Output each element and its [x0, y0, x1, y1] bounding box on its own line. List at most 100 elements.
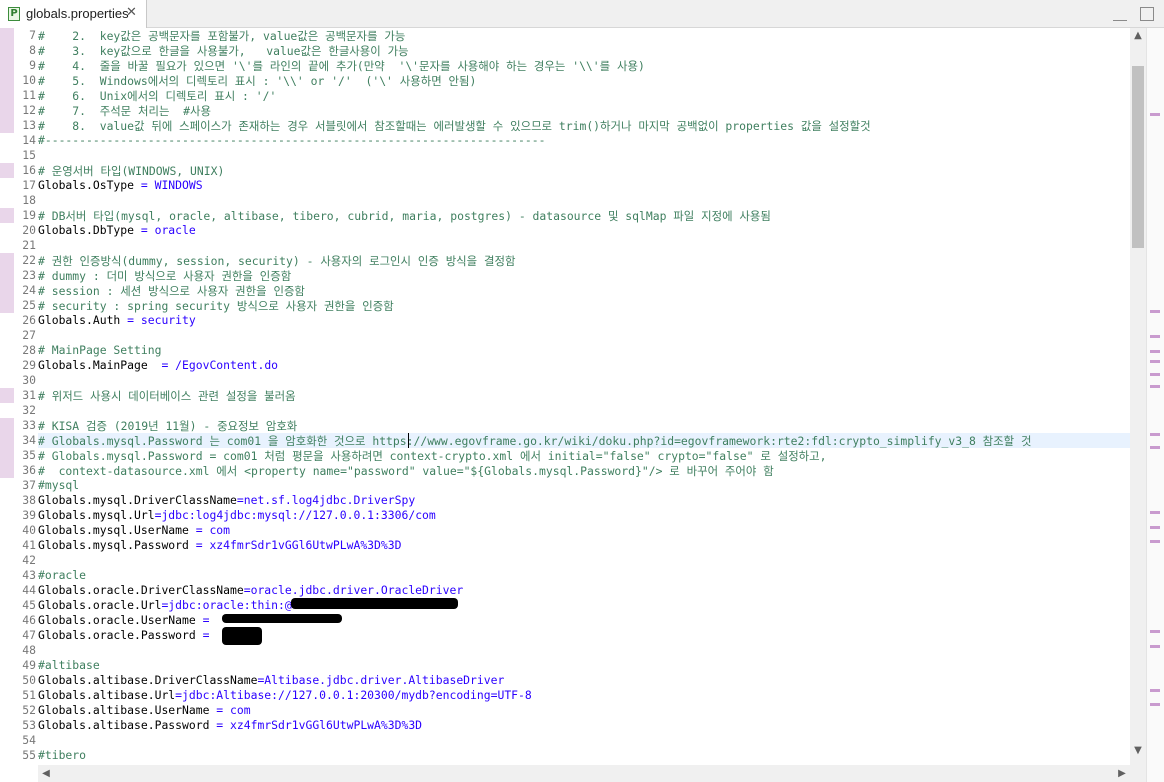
code-line[interactable]: # session : 세션 방식으로 사용자 권한을 인증함: [38, 283, 305, 298]
change-marker: [0, 163, 14, 178]
property-key: Globals.oracle.Password: [38, 628, 196, 642]
code-area[interactable]: # 2. key값은 공백문자를 포함불가, value값은 공백문자를 가능 #…: [38, 28, 1130, 782]
annotation-marker[interactable]: [1150, 645, 1160, 648]
code-line[interactable]: Globals.DbType = oracle: [38, 223, 196, 238]
code-line[interactable]: # security : spring security 방식으로 사용자 권한…: [38, 298, 394, 313]
horizontal-scrollbar[interactable]: ◀ ▶: [38, 765, 1130, 782]
annotation-marker[interactable]: [1150, 526, 1160, 529]
code-line[interactable]: # MainPage Setting: [38, 343, 161, 358]
redaction-mark-password: [222, 627, 262, 645]
annotation-marker[interactable]: [1150, 310, 1160, 313]
comment-text: # 권한 인증방식(dummy, session, security) - 사용…: [38, 254, 516, 268]
property-key: Globals.OsType: [38, 178, 135, 192]
code-line[interactable]: Globals.oracle.UserName =: [38, 613, 216, 628]
property-value: =jdbc:log4jdbc:mysql://127.0.0.1:3306/co…: [154, 508, 436, 522]
code-line[interactable]: # 운영서버 타입(WINDOWS, UNIX): [38, 163, 224, 178]
maximize-icon[interactable]: [1140, 7, 1154, 21]
code-line[interactable]: # 2. key값은 공백문자를 포함불가, value값은 공백문자를 가능: [38, 28, 405, 43]
vertical-scrollbar[interactable]: ▲ ▼: [1130, 28, 1146, 782]
code-line[interactable]: Globals.OsType = WINDOWS: [38, 178, 203, 193]
tab-globals-properties[interactable]: P globals.properties ✕: [0, 0, 147, 28]
line-number: 23: [22, 268, 36, 282]
line-number: 44: [22, 583, 36, 597]
code-line[interactable]: #---------------------------------------…: [38, 133, 545, 148]
code-line[interactable]: Globals.oracle.Url=jdbc:oracle:thin:@: [38, 598, 292, 613]
scroll-thumb[interactable]: [1132, 66, 1144, 248]
line-number: 12: [22, 103, 36, 117]
line-number: 25: [22, 298, 36, 312]
code-line[interactable]: # context-datasource.xml 에서 <property na…: [38, 463, 774, 478]
code-line[interactable]: # 4. 줄을 바꿀 필요가 있으면 '\'를 라인의 끝에 추가(만약 '\'…: [38, 58, 645, 73]
code-line[interactable]: # 8. value값 뒤에 스페이스가 존재하는 경우 서블릿에서 참조할때는…: [38, 118, 871, 133]
code-line[interactable]: Globals.mysql.Url=jdbc:log4jdbc:mysql://…: [38, 508, 436, 523]
code-line[interactable]: Globals.Auth = security: [38, 313, 196, 328]
annotation-marker[interactable]: [1150, 689, 1160, 692]
annotation-marker[interactable]: [1150, 350, 1160, 353]
scroll-down-arrow-icon[interactable]: ▼: [1130, 743, 1146, 759]
annotation-marker[interactable]: [1150, 703, 1160, 706]
code-line[interactable]: #tibero: [38, 748, 86, 763]
code-line[interactable]: # 5. Windows에서의 디렉토리 표시 : '\\' or '/' ('…: [38, 73, 476, 88]
annotation-marker[interactable]: [1150, 335, 1160, 338]
code-line[interactable]: Globals.altibase.DriverClassName=Altibas…: [38, 673, 504, 688]
comment-text: # Globals.mysql.Password 는 com01 을 암호화한 …: [38, 434, 1032, 448]
comment-text: # security : spring security 방식으로 사용자 권한…: [38, 299, 394, 313]
line-number: 48: [22, 643, 36, 657]
code-line[interactable]: # dummy : 더미 방식으로 사용자 권한을 인증함: [38, 268, 291, 283]
annotation-marker[interactable]: [1150, 360, 1160, 363]
comment-text: # 위저드 사용시 데이터베이스 관련 설정을 불러옴: [38, 389, 296, 403]
line-number: 8: [29, 43, 36, 57]
property-value: = WINDOWS: [134, 178, 203, 192]
annotation-marker[interactable]: [1150, 373, 1160, 376]
annotation-overview-ruler[interactable]: [1146, 28, 1164, 782]
comment-text: # Globals.mysql.Password = com01 처럼 평문을 …: [38, 449, 827, 463]
code-line[interactable]: Globals.oracle.DriverClassName=oracle.jd…: [38, 583, 463, 598]
code-line[interactable]: Globals.mysql.Password = xz4fmrSdr1vGGl6…: [38, 538, 401, 553]
code-line[interactable]: Globals.mysql.DriverClassName=net.sf.log…: [38, 493, 415, 508]
property-key: Globals.altibase.Password: [38, 718, 210, 732]
code-line[interactable]: # 3. key값으로 한글을 사용불가, value값은 한글사용이 가능: [38, 43, 409, 58]
code-line[interactable]: Globals.mysql.UserName = com: [38, 523, 230, 538]
comment-text: #oracle: [38, 568, 87, 582]
line-number: 28: [22, 343, 36, 357]
annotation-marker[interactable]: [1150, 385, 1160, 388]
code-line[interactable]: # KISA 검증 (2019년 11월) - 중요정보 암호화: [38, 418, 297, 433]
code-line[interactable]: # 6. Unix에서의 디렉토리 표시 : '/': [38, 88, 276, 103]
line-number: 21: [22, 238, 36, 252]
scroll-right-arrow-icon[interactable]: ▶: [1114, 765, 1130, 782]
code-line[interactable]: #mysql: [38, 478, 79, 493]
window-controls: [1105, 6, 1154, 25]
comment-text: # DB서버 타입(mysql, oracle, altibase, tiber…: [38, 209, 771, 223]
line-number: 47: [22, 628, 36, 642]
code-line[interactable]: Globals.altibase.Password = xz4fmrSdr1vG…: [38, 718, 422, 733]
annotation-marker[interactable]: [1150, 113, 1160, 116]
code-line[interactable]: Globals.MainPage = /EgovContent.do: [38, 358, 278, 373]
close-icon[interactable]: ✕: [126, 5, 137, 21]
line-number: 37: [22, 478, 36, 492]
annotation-marker[interactable]: [1150, 433, 1160, 436]
minimize-icon[interactable]: [1112, 13, 1127, 21]
code-line[interactable]: Globals.altibase.UserName = com: [38, 703, 251, 718]
code-line[interactable]: #oracle: [38, 568, 86, 583]
annotation-marker[interactable]: [1150, 540, 1160, 543]
code-line[interactable]: Globals.altibase.Url=jdbc:Altibase://127…: [38, 688, 532, 703]
code-line[interactable]: #altibase: [38, 658, 100, 673]
text-editor[interactable]: 7 8 9 10 11 12 13 14 15 16 17 18 19 20 21 22 23 24 25 26 27 2…: [0, 28, 1164, 782]
code-line[interactable]: # 7. 주석문 처리는 #사용: [38, 103, 211, 118]
scroll-left-arrow-icon[interactable]: ◀: [38, 765, 54, 782]
change-marker: [0, 58, 14, 73]
comment-text: # KISA 검증 (2019년 11월) - 중요정보 암호화: [38, 419, 298, 433]
code-line[interactable]: # 위저드 사용시 데이터베이스 관련 설정을 불러옴: [38, 388, 296, 403]
change-marker: [0, 118, 14, 133]
code-line[interactable]: # Globals.mysql.Password 는 com01 을 암호화한 …: [38, 433, 1031, 448]
code-line[interactable]: Globals.oracle.Password =: [38, 628, 216, 643]
line-number: 26: [22, 313, 36, 327]
code-line[interactable]: # 권한 인증방식(dummy, session, security) - 사용…: [38, 253, 515, 268]
code-line[interactable]: # DB서버 타입(mysql, oracle, altibase, tiber…: [38, 208, 771, 223]
line-number: 40: [22, 523, 36, 537]
annotation-marker[interactable]: [1150, 446, 1160, 449]
annotation-marker[interactable]: [1150, 511, 1160, 514]
annotation-marker[interactable]: [1150, 630, 1160, 633]
code-line[interactable]: # Globals.mysql.Password = com01 처럼 평문을 …: [38, 448, 827, 463]
scroll-up-arrow-icon[interactable]: ▲: [1130, 28, 1146, 44]
